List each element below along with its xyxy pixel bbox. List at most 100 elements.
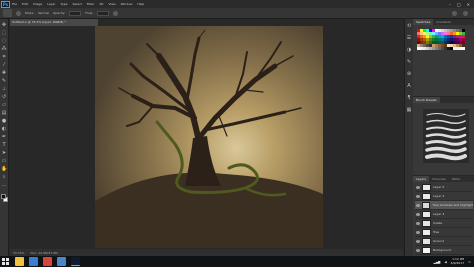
mode-select[interactable]: Normal [38,11,49,15]
history-brush-tool-icon[interactable]: ↺ [1,94,7,100]
history-panel-icon[interactable]: ⟲ [406,23,412,29]
tab-paths[interactable]: Paths [449,176,463,182]
brush-preset-icon[interactable] [16,10,21,16]
brush-tool-icon[interactable]: ✎ [1,78,7,84]
zoom-level[interactable]: 33.33% [13,251,24,255]
document-tab[interactable]: Untitled-1 @ 33.3% (layer, RGB/8) * [10,19,98,26]
brush-settings-icon[interactable]: ✎ [406,59,412,65]
visibility-eye-icon[interactable] [416,212,420,216]
network-icon[interactable]: ▂▄▆ [433,260,440,264]
blur-tool-icon[interactable]: ● [1,118,7,124]
edge-browser-icon[interactable] [29,257,38,266]
menu-file[interactable]: File [12,2,17,6]
pen-tool-icon[interactable]: ✒ [1,134,7,140]
brush-preset-stroke[interactable] [426,119,466,125]
layer-row[interactable]: Snake [415,219,473,228]
tab-brush-presets[interactable]: Brush Presets [413,97,440,103]
brush-preset-stroke[interactable] [425,140,467,146]
visibility-eye-icon[interactable] [416,248,420,252]
notification-icon[interactable]: ▭ [468,260,471,264]
eyedropper-tool-icon[interactable]: ⁄ [1,62,7,68]
menu-help[interactable]: Help [137,2,144,6]
menu-filter[interactable]: Filter [87,2,94,6]
clone-stamp-tool-icon[interactable]: ⊥ [1,86,7,92]
flow-field[interactable] [97,10,110,16]
visibility-eye-icon[interactable] [416,230,420,234]
type-tool-icon[interactable]: T [1,142,7,148]
layer-row[interactable]: Tree shadows and highlights [415,201,473,210]
airbrush-icon[interactable] [113,10,119,16]
foreground-color[interactable] [0,194,6,199]
chrome-icon[interactable] [43,257,52,266]
layer-row[interactable]: Layer 5 [415,183,473,192]
zoom-tool-icon[interactable]: ⌕ [1,174,7,180]
tool-preset-picker[interactable] [3,9,12,17]
visibility-eye-icon[interactable] [416,194,420,198]
layer-row[interactable]: Background [415,246,473,255]
quick-select-tool-icon[interactable]: ⁂ [1,46,7,52]
artwork-canvas[interactable] [95,26,323,248]
swatches-grid [413,25,474,85]
close-button[interactable]: ✕ [467,2,470,7]
tab-layers[interactable]: Layers [413,176,429,182]
search-icon[interactable] [452,10,457,16]
brush-preset-stroke[interactable] [426,126,466,132]
visibility-eye-icon[interactable] [416,239,420,243]
swatch[interactable] [462,47,465,50]
menu-layer[interactable]: Layer [47,2,55,6]
brush-preset-stroke[interactable] [425,153,467,161]
clone-source-icon[interactable]: ⊕ [406,71,412,77]
layer-row[interactable]: Layer 3 [415,210,473,219]
gradient-tool-icon[interactable]: ▤ [1,110,7,116]
eraser-tool-icon[interactable]: ▱ [1,102,7,108]
photoshop-icon[interactable] [71,257,80,266]
adjustments-panel-icon[interactable]: ◑ [406,47,412,53]
visibility-eye-icon[interactable] [416,203,420,207]
menu-window[interactable]: Window [121,2,133,6]
brush-preset-stroke[interactable] [425,146,467,154]
menu-type[interactable]: Type [61,2,68,6]
minimize-button[interactable]: – [449,2,451,7]
brush-preset-stroke[interactable] [425,133,467,139]
canvas-area[interactable] [10,26,403,249]
menu-select[interactable]: Select [73,2,82,6]
layer-row[interactable]: Tree [415,228,473,237]
shape-tool-icon[interactable]: ▭ [1,158,7,164]
move-tool-icon[interactable]: ✥ [1,22,7,28]
color-swatches[interactable] [0,194,8,203]
layer-name: Layer 5 [433,185,445,189]
layer-thumbnail [422,210,431,218]
menu-edit[interactable]: Edit [22,2,28,6]
properties-panel-icon[interactable]: ☰ [406,35,412,41]
tab-swatches[interactable]: Swatches [413,19,434,25]
visibility-eye-icon[interactable] [416,221,420,225]
libraries-panel-icon[interactable]: ▦ [406,107,412,113]
healing-tool-icon[interactable]: ✚ [1,70,7,76]
clock[interactable]: 1:12 PM 6/9/2017 [451,257,464,265]
more-tools-icon[interactable]: … [1,182,7,188]
menu-image[interactable]: Image [33,2,42,6]
brush-preset-stroke[interactable] [426,113,466,117]
maximize-button[interactable]: □ [457,2,461,7]
tab-channels[interactable]: Channels [429,176,449,182]
windows-start-icon[interactable] [2,258,10,265]
tab-gradients[interactable]: Gradients [433,19,454,25]
crop-tool-icon[interactable]: ⌗ [1,54,7,60]
marquee-tool-icon[interactable]: ⬚ [1,30,7,36]
layer-row[interactable]: Layer 4 [415,192,473,201]
lasso-tool-icon[interactable]: ◌ [1,38,7,44]
opacity-field[interactable] [69,10,82,16]
layer-row[interactable]: Ground [415,237,473,246]
file-explorer-icon[interactable] [15,257,24,266]
menu-view[interactable]: View [108,2,115,6]
store-icon[interactable] [57,257,66,266]
path-select-tool-icon[interactable]: ➤ [1,150,7,156]
hand-tool-icon[interactable]: ✋ [1,166,7,172]
menu-3d[interactable]: 3D [99,2,103,6]
dodge-tool-icon[interactable]: ◐ [1,126,7,132]
paragraph-panel-icon[interactable]: ¶ [406,95,412,101]
volume-icon[interactable]: ◀ [444,260,446,264]
visibility-eye-icon[interactable] [416,185,420,189]
character-panel-icon[interactable]: A [406,83,412,89]
workspace-icon[interactable] [463,10,468,16]
